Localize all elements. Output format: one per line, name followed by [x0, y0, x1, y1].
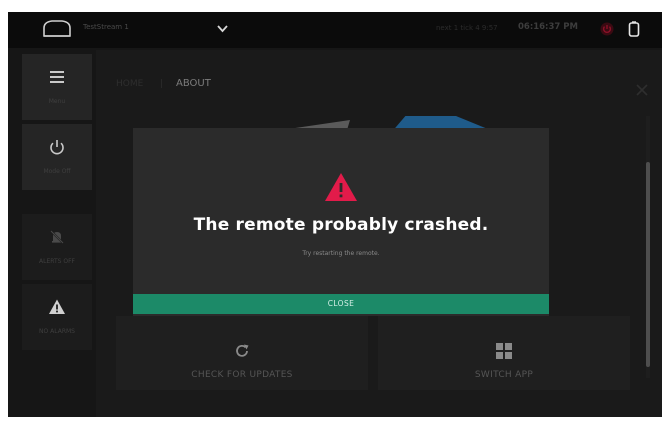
sidebar-item-label: Mode Off [43, 168, 71, 175]
close-button[interactable]: CLOSE [133, 294, 549, 314]
power-status-icon[interactable] [600, 22, 614, 36]
dialog-message: Try restarting the remote. [302, 250, 380, 257]
power-icon [50, 140, 64, 155]
switch-app-button[interactable]: SWITCH APP [378, 316, 630, 390]
cloud-device-icon[interactable] [40, 18, 74, 40]
grid-icon [496, 343, 512, 359]
bell-off-icon [50, 230, 64, 244]
sidebar-item-alerts-off[interactable]: ALERTS OFF [22, 214, 92, 280]
tile-label: CHECK FOR UPDATES [191, 370, 293, 380]
sidebar-item-no-alarms[interactable]: NO ALARMS [22, 284, 92, 350]
sidebar-item-mode-off[interactable]: Mode Off [22, 124, 92, 190]
sidebar-item-label: Menu [48, 98, 66, 105]
breadcrumb-home[interactable]: HOME [116, 79, 143, 89]
sidebar-item-label: NO ALARMS [39, 328, 75, 335]
refresh-icon [236, 344, 249, 357]
breadcrumb-separator: | [160, 79, 164, 89]
sidebar: Menu Mode Off ALERTS OFF NO ALARMS [22, 50, 92, 417]
scrollbar-thumb[interactable] [646, 162, 650, 367]
warning-icon [49, 299, 65, 314]
remote-icon[interactable] [628, 21, 640, 37]
clock: 06:16:37 PM [518, 22, 578, 32]
warning-icon [325, 173, 357, 201]
page-title: ABOUT [176, 78, 211, 89]
check-for-updates-button[interactable]: CHECK FOR UPDATES [116, 316, 368, 390]
chevron-down-icon[interactable] [217, 24, 228, 33]
tile-label: SWITCH APP [474, 370, 534, 380]
app-window: TestStream 1 next 1 tick 4 9:57 06:16:37… [8, 12, 662, 417]
error-dialog: The remote probably crashed. Try restart… [133, 128, 549, 316]
device-name[interactable]: TestStream 1 [83, 23, 129, 31]
close-icon[interactable] [636, 84, 648, 96]
hamburger-menu-icon [50, 71, 64, 83]
sidebar-item-menu[interactable]: Menu [22, 54, 92, 120]
dialog-title: The remote probably crashed. [193, 215, 489, 235]
status-text: next 1 tick 4 9:57 [436, 24, 498, 32]
sidebar-item-label: ALERTS OFF [39, 258, 75, 265]
top-bar: TestStream 1 next 1 tick 4 9:57 06:16:37… [8, 12, 662, 48]
